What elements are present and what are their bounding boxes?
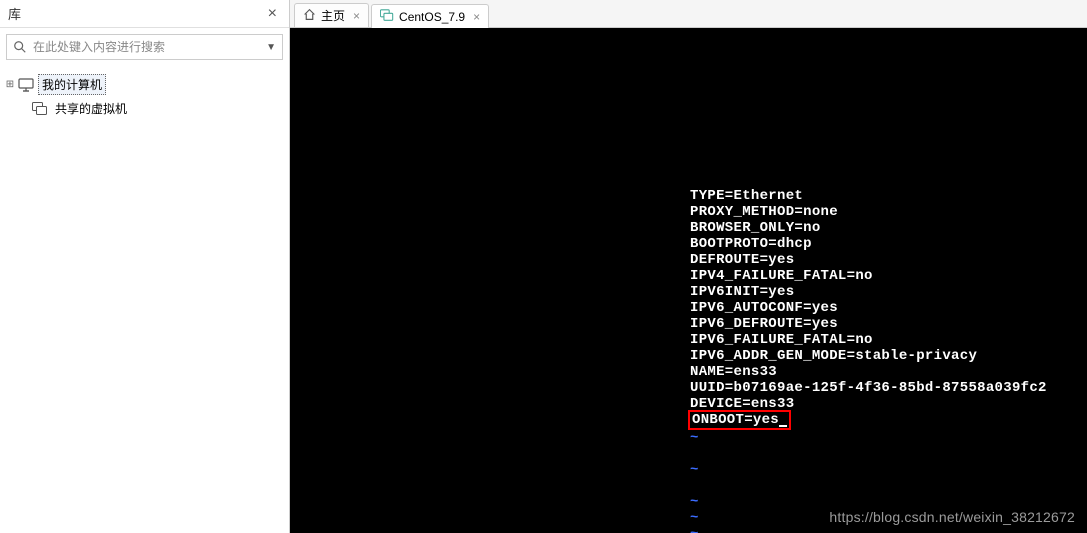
terminal-line: DEFROUTE=yes [690,252,1087,268]
chevron-down-icon[interactable]: ▼ [266,42,276,53]
sidebar-title: 库 [8,4,21,23]
tree-root-my-computer[interactable]: ⊞ 我的计算机 [4,72,285,97]
terminal-line: IPV4_FAILURE_FATAL=no [690,268,1087,284]
watermark-text: https://blog.csdn.net/weixin_38212672 [829,509,1075,525]
cursor-icon [779,425,787,427]
terminal-line: IPV6_FAILURE_FATAL=no [690,332,1087,348]
terminal-line: TYPE=Ethernet [690,188,1087,204]
close-icon[interactable]: × [473,10,480,24]
tab-label: 主页 [321,7,345,24]
terminal-tilde: ~ [690,462,1087,478]
tree-label: 共享的虚拟机 [52,99,130,118]
terminal-line: IPV6_AUTOCONF=yes [690,300,1087,316]
terminal-tilde: ~ [690,494,1087,510]
tab-centos[interactable]: CentOS_7.9 × [371,4,489,28]
terminal-line: IPV6_ADDR_GEN_MODE=stable-privacy [690,348,1087,364]
sidebar-header: 库 × [0,0,289,28]
terminal-highlighted-line: ONBOOT=yes [690,412,1087,430]
terminal-line: BOOTPROTO=dhcp [690,236,1087,252]
terminal-view[interactable]: TYPE=Ethernet PROXY_METHOD=none BROWSER_… [290,28,1087,533]
tree-label: 我的计算机 [38,74,106,95]
tab-bar: 主页 × CentOS_7.9 × [290,0,1087,28]
tab-home[interactable]: 主页 × [294,3,369,27]
terminal-tilde: ~ [690,526,1087,533]
library-tree: ⊞ 我的计算机 共享的虚拟机 [0,66,289,533]
close-icon[interactable]: × [264,6,281,22]
terminal-line: UUID=b07169ae-125f-4f36-85bd-87558a039fc… [690,380,1087,396]
tree-item-shared-vms[interactable]: 共享的虚拟机 [4,97,285,120]
vm-group-icon [32,102,48,116]
search-input[interactable] [33,40,262,54]
terminal-line: BROWSER_ONLY=no [690,220,1087,236]
vm-icon [380,9,394,25]
search-field[interactable]: ▼ [6,34,283,60]
monitor-icon [18,78,34,92]
close-icon[interactable]: × [353,9,360,23]
terminal-blank [690,446,1087,462]
library-sidebar: 库 × ▼ ⊞ 我的计算机 共享的 [0,0,290,533]
terminal-line: IPV6_DEFROUTE=yes [690,316,1087,332]
home-icon [303,8,316,24]
tab-label: CentOS_7.9 [399,10,465,24]
terminal-blank [690,478,1087,494]
main-area: 主页 × CentOS_7.9 × TYPE=Ethernet PROXY_ME… [290,0,1087,533]
search-icon [13,40,27,54]
terminal-line: IPV6INIT=yes [690,284,1087,300]
terminal-line: NAME=ens33 [690,364,1087,380]
terminal-tilde: ~ [690,430,1087,446]
expand-icon[interactable]: ⊞ [4,79,16,90]
terminal-line: PROXY_METHOD=none [690,204,1087,220]
